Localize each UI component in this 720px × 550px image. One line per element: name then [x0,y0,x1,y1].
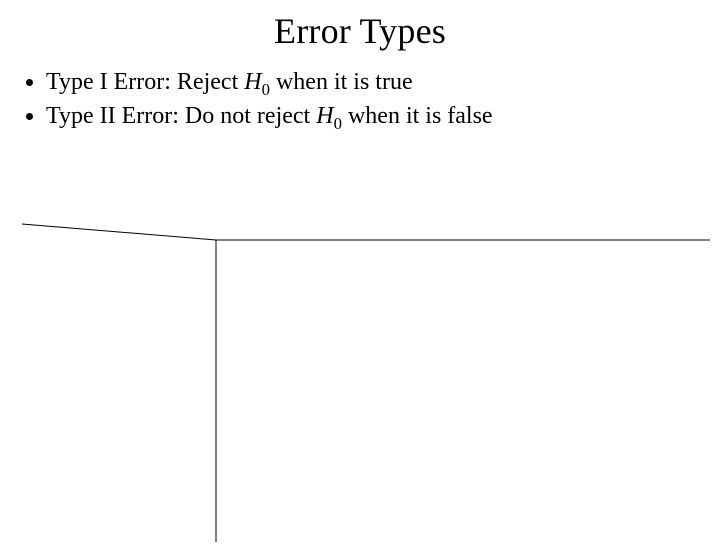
list-item: Type I Error: Reject H0 when it is true [46,66,690,98]
bullet-list: Type I Error: Reject H0 when it is true … [28,66,720,133]
bullet-subscript: 0 [262,80,270,99]
bullet-subscript: 0 [334,114,342,133]
table-skeleton-lines [0,170,720,550]
slide: Error Types Type I Error: Reject H0 when… [0,10,720,550]
page-title: Error Types [0,10,720,52]
bullet-text-prefix: Type I Error: Reject [46,69,244,95]
bullet-text-suffix: when it is false [342,103,493,129]
bullet-text-prefix: Type II Error: Do not reject [46,103,316,129]
bullet-text-suffix: when it is true [270,69,413,95]
bullet-symbol: H [316,103,333,129]
list-item: Type II Error: Do not reject H0 when it … [46,100,690,132]
bullet-symbol: H [244,69,261,95]
